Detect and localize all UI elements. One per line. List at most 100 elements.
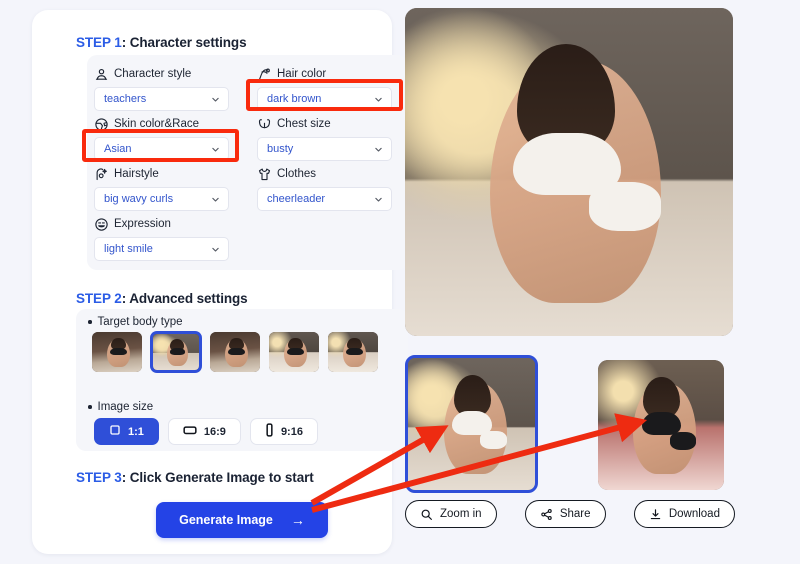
- body-type-option-1[interactable]: [92, 332, 142, 372]
- field-clothes: Clothes cheerleader: [257, 166, 392, 211]
- download-icon: [649, 508, 662, 521]
- generate-image-button[interactable]: Generate Image →: [156, 502, 328, 538]
- body-type-thumb-image: [153, 334, 199, 370]
- step3-number: STEP 3: [76, 470, 122, 485]
- step1-number: STEP 1: [76, 35, 122, 50]
- field-clothes-label: Clothes: [277, 168, 316, 180]
- field-chest-size-label: Chest size: [277, 118, 331, 130]
- field-hair-color-label-row: Hair color: [257, 66, 392, 82]
- field-chest-size-label-row: Chest size: [257, 116, 392, 132]
- image-size-9-16-label: 9:16: [280, 425, 303, 438]
- field-chest-size: Chest size busty: [257, 116, 392, 161]
- hairstyle-icon: [94, 167, 109, 182]
- field-skin-color-race-label: Skin color&Race: [114, 118, 200, 130]
- download-button[interactable]: Download: [633, 500, 735, 528]
- preview-image: [405, 8, 733, 336]
- field-skin-color-race-label-row: Skin color&Race: [94, 116, 229, 132]
- field-character-style: Character style teachers: [94, 66, 229, 111]
- chevron-down-icon: [211, 245, 220, 254]
- character-style-select[interactable]: teachers: [94, 87, 229, 111]
- share-label: Share: [559, 508, 591, 520]
- step3-title-text: Click Generate Image to start: [126, 470, 314, 485]
- step3-title: STEP 3: Click Generate Image to start: [76, 470, 314, 485]
- field-hairstyle-label-row: Hairstyle: [94, 166, 229, 182]
- settings-card: STEP 1: Character settings Character sty…: [32, 10, 408, 554]
- image-size-1-1-button[interactable]: 1:1: [94, 418, 159, 445]
- target-body-type-label-text: Target body type: [97, 316, 183, 328]
- step1-title-text: Character settings: [126, 35, 247, 50]
- zoom-in-button[interactable]: Zoom in: [405, 500, 497, 528]
- body-type-option-3[interactable]: [210, 332, 260, 372]
- expression-value: light smile: [104, 243, 153, 255]
- image-size-1-1-label: 1:1: [128, 425, 144, 438]
- body-type-thumb-image: [269, 332, 319, 372]
- hairstyle-value: big wavy curls: [104, 193, 174, 205]
- body-type-option-2[interactable]: [151, 332, 201, 372]
- chevron-down-icon: [374, 95, 383, 104]
- download-label: Download: [668, 508, 720, 520]
- chest-size-value: busty: [267, 143, 294, 155]
- field-hair-color-label: Hair color: [277, 68, 327, 80]
- clothes-shirt-icon: [257, 167, 272, 182]
- zoom-in-label: Zoom in: [440, 508, 482, 520]
- image-size-options: 1:1 16:9 9:16: [94, 418, 318, 445]
- body-type-thumb-image: [328, 332, 378, 372]
- image-size-16-9-button[interactable]: 16:9: [167, 418, 241, 445]
- hair-color-select[interactable]: dark brown: [257, 87, 392, 111]
- image-size-label-text: Image size: [97, 401, 154, 413]
- result-thumb-white-outfit[interactable]: [405, 355, 538, 493]
- step2-title: STEP 2: Advanced settings: [76, 291, 248, 306]
- clothes-value: cheerleader: [267, 193, 326, 205]
- field-expression-label-row: Expression: [94, 216, 229, 232]
- body-type-option-5[interactable]: [328, 332, 378, 372]
- result-thumb-image: [408, 358, 535, 490]
- generated-image-preview[interactable]: [405, 8, 733, 336]
- expression-select[interactable]: light smile: [94, 237, 229, 261]
- image-size-9-16-button[interactable]: 9:16: [249, 418, 318, 445]
- result-thumb-black-outfit[interactable]: [598, 360, 724, 490]
- field-hairstyle: Hairstyle big wavy curls: [94, 166, 229, 211]
- image-size-16-9-label: 16:9: [203, 425, 226, 438]
- expression-icon: [94, 217, 109, 232]
- landscape-icon: [183, 424, 197, 439]
- chest-size-icon: [257, 117, 272, 132]
- character-style-value: teachers: [104, 93, 147, 105]
- generate-image-label: Generate Image: [179, 513, 273, 527]
- clothes-select[interactable]: cheerleader: [257, 187, 392, 211]
- field-expression-label: Expression: [114, 218, 171, 230]
- step2-number: STEP 2: [76, 291, 122, 306]
- body-type-list: [92, 332, 378, 372]
- chevron-down-icon: [211, 195, 220, 204]
- field-clothes-label-row: Clothes: [257, 166, 392, 182]
- app-root: STEP 1: Character settings Character sty…: [0, 0, 800, 564]
- field-expression: Expression light smile: [94, 216, 229, 261]
- chevron-down-icon: [211, 95, 220, 104]
- step1-title: STEP 1: Character settings: [76, 35, 247, 50]
- field-skin-color-race: Skin color&Race Asian: [94, 116, 229, 161]
- square-icon: [109, 424, 121, 439]
- hair-color-value: dark brown: [267, 93, 322, 105]
- result-thumb-image: [598, 360, 724, 490]
- field-character-style-label-row: Character style: [94, 66, 229, 82]
- skin-globe-icon: [94, 117, 109, 132]
- field-hair-color: Hair color dark brown: [257, 66, 392, 111]
- hairstyle-select[interactable]: big wavy curls: [94, 187, 229, 211]
- skin-color-race-value: Asian: [104, 143, 132, 155]
- share-button[interactable]: Share: [524, 500, 606, 528]
- magnifier-icon: [420, 508, 433, 521]
- arrow-right-icon: →: [290, 512, 305, 528]
- step2-title-text: Advanced settings: [126, 291, 248, 306]
- chevron-down-icon: [374, 145, 383, 154]
- body-type-option-4[interactable]: [269, 332, 319, 372]
- chevron-down-icon: [211, 145, 220, 154]
- chest-size-select[interactable]: busty: [257, 137, 392, 161]
- target-body-type-label: Target body type: [88, 316, 183, 328]
- image-size-label: Image size: [88, 401, 154, 413]
- portrait-icon: [265, 423, 274, 440]
- person-style-icon: [94, 67, 109, 82]
- field-hairstyle-label: Hairstyle: [114, 168, 159, 180]
- result-action-row: Zoom in Share Download: [405, 500, 735, 528]
- hair-color-icon: [257, 67, 272, 82]
- body-type-thumb-image: [210, 332, 260, 372]
- skin-color-race-select[interactable]: Asian: [94, 137, 229, 161]
